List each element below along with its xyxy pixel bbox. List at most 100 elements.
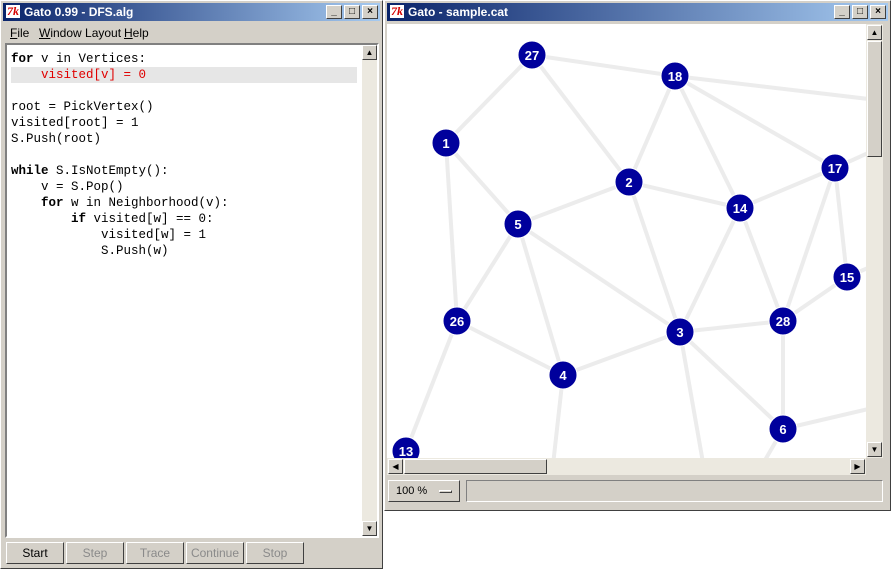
graph-edge xyxy=(444,142,459,322)
step-button[interactable]: Step xyxy=(66,542,124,564)
code-text: S.Push(root) xyxy=(11,132,102,146)
code-text: S.IsNotEmpty(): xyxy=(48,164,169,178)
code-line[interactable]: root = PickVertex() xyxy=(11,99,154,115)
code-line[interactable]: for w in Neighborhood(v): xyxy=(11,195,229,211)
close-button[interactable]: × xyxy=(870,5,886,19)
code-line[interactable]: for v in Vertices: xyxy=(11,51,146,67)
status-bar xyxy=(466,480,883,502)
graph-canvas[interactable]: 27 18 1 2 17 14 5 15 26 3 28 4 6 13 xyxy=(387,24,866,458)
vertex-label: 13 xyxy=(399,444,413,458)
code-line[interactable]: visited[w] = 1 xyxy=(11,227,206,243)
dropdown-indicator-icon xyxy=(439,490,452,493)
graph-edge xyxy=(678,207,742,333)
vertex-label: 18 xyxy=(668,69,682,84)
vertex-label: 26 xyxy=(450,314,464,329)
graph-horizontal-scrollbar[interactable]: ◀ ▶ xyxy=(387,458,866,475)
graph-vertex[interactable]: 3 xyxy=(665,317,695,347)
graph-vertex[interactable]: 13 xyxy=(391,436,421,458)
graph-drawing[interactable]: 27 18 1 2 17 14 5 15 26 3 28 4 6 13 xyxy=(387,24,866,458)
tk-logo-icon: 7k xyxy=(6,4,20,18)
vertex-label: 1 xyxy=(442,136,449,151)
graph-edge xyxy=(628,180,741,210)
code-keyword: for xyxy=(11,196,64,210)
graph-edge xyxy=(516,222,682,334)
code-text: S.Push(w) xyxy=(11,244,169,258)
horizontal-scroll-thumb[interactable] xyxy=(404,459,547,474)
vertex-label: 17 xyxy=(828,161,842,176)
graph-edge xyxy=(444,141,520,226)
graph-vertical-scrollbar[interactable]: ▲ ▼ xyxy=(866,24,883,458)
graph-vertex[interactable]: 14 xyxy=(725,193,755,223)
code-vertical-scrollbar[interactable]: ▲ ▼ xyxy=(362,45,377,536)
code-line[interactable]: S.Push(root) xyxy=(11,131,101,147)
code-line[interactable]: S.Push(w) xyxy=(11,243,169,259)
window-title: Gato - sample.cat xyxy=(408,5,509,19)
start-button[interactable]: Start xyxy=(6,542,64,564)
vertex-label: 14 xyxy=(733,201,748,216)
graph-edge xyxy=(444,53,534,145)
stop-button[interactable]: Stop xyxy=(246,542,304,564)
algorithm-window-titlebar[interactable]: 7k Gato 0.99 - DFS.alg _ □ × xyxy=(3,3,380,21)
graph-vertex[interactable]: 17 xyxy=(820,153,850,183)
scroll-right-button[interactable]: ▶ xyxy=(850,459,865,474)
graph-vertex[interactable]: 4 xyxy=(548,360,578,390)
graph-vertex[interactable]: 27 xyxy=(517,40,547,70)
close-button[interactable]: × xyxy=(362,5,378,19)
code-line[interactable]: visited[v] = 0 xyxy=(11,67,357,83)
code-text: v = S.Pop() xyxy=(11,180,124,194)
scroll-up-button[interactable]: ▲ xyxy=(867,25,882,40)
code-text: visited[root] = 1 xyxy=(11,116,139,130)
trace-button[interactable]: Trace xyxy=(126,542,184,564)
code-line[interactable]: while S.IsNotEmpty(): xyxy=(11,163,169,179)
graph-vertex[interactable]: 6 xyxy=(768,414,798,444)
graph-vertex[interactable]: 18 xyxy=(660,61,690,91)
code-line[interactable]: if visited[w] == 0: xyxy=(11,211,214,227)
code-text: visited[w] == 0: xyxy=(86,212,214,226)
continue-button[interactable]: Continue xyxy=(186,542,244,564)
zoom-level: 100 % xyxy=(396,485,428,497)
vertex-label: 28 xyxy=(776,314,790,329)
vertex-label: 5 xyxy=(514,217,521,232)
graph-vertex[interactable]: 1 xyxy=(431,128,461,158)
scroll-left-button[interactable]: ◀ xyxy=(388,459,403,474)
code-text: visited[w] = 1 xyxy=(11,228,207,242)
graph-vertex[interactable]: 26 xyxy=(442,306,472,336)
minimize-button[interactable]: _ xyxy=(834,5,850,19)
vertex-label: 15 xyxy=(840,270,854,285)
menubar: File Window Layout Help xyxy=(3,23,380,41)
minimize-button[interactable]: _ xyxy=(326,5,342,19)
zoom-menu-button[interactable]: 100 % xyxy=(388,480,460,502)
code-text: visited[v] = 0 xyxy=(11,68,147,82)
vertex-label: 4 xyxy=(559,368,567,383)
scroll-down-button[interactable]: ▼ xyxy=(362,521,377,536)
menu-window-layout[interactable]: Window Layout xyxy=(39,26,121,40)
graph-edge xyxy=(562,330,681,377)
graph-vertex[interactable]: 28 xyxy=(768,306,798,336)
code-line[interactable]: visited[root] = 1 xyxy=(11,115,139,131)
algorithm-code-pane[interactable]: ▲ ▼ for v in Vertices: visited[v] = 0 roo… xyxy=(5,43,379,538)
scroll-up-button[interactable]: ▲ xyxy=(362,45,377,60)
maximize-button[interactable]: □ xyxy=(852,5,868,19)
code-text: root = PickVertex() xyxy=(11,100,154,114)
graph-edge xyxy=(679,319,784,334)
graph-vertex[interactable]: 2 xyxy=(614,167,644,197)
vertical-scroll-thumb[interactable] xyxy=(867,41,882,157)
graph-vertex[interactable]: 5 xyxy=(503,209,533,239)
graph-edge xyxy=(517,180,630,226)
graph-edge xyxy=(627,75,677,183)
vertex-label: 2 xyxy=(625,175,632,190)
menu-help[interactable]: Help xyxy=(124,26,149,40)
scroll-down-button[interactable]: ▼ xyxy=(867,442,882,457)
code-text: w in Neighborhood(v): xyxy=(63,196,229,210)
vertex-label: 3 xyxy=(676,325,683,340)
menu-file[interactable]: File xyxy=(10,26,29,40)
code-line[interactable]: v = S.Pop() xyxy=(11,179,124,195)
graph-edge xyxy=(627,181,682,333)
code-text: v in Vertices: xyxy=(33,52,147,66)
graph-edge xyxy=(404,320,459,452)
vertex-label: 6 xyxy=(779,422,786,437)
graph-window-titlebar[interactable]: 7k Gato - sample.cat _ □ × xyxy=(387,3,888,21)
graph-edge xyxy=(739,166,836,210)
graph-vertex[interactable]: 15 xyxy=(832,262,862,292)
maximize-button[interactable]: □ xyxy=(344,5,360,19)
